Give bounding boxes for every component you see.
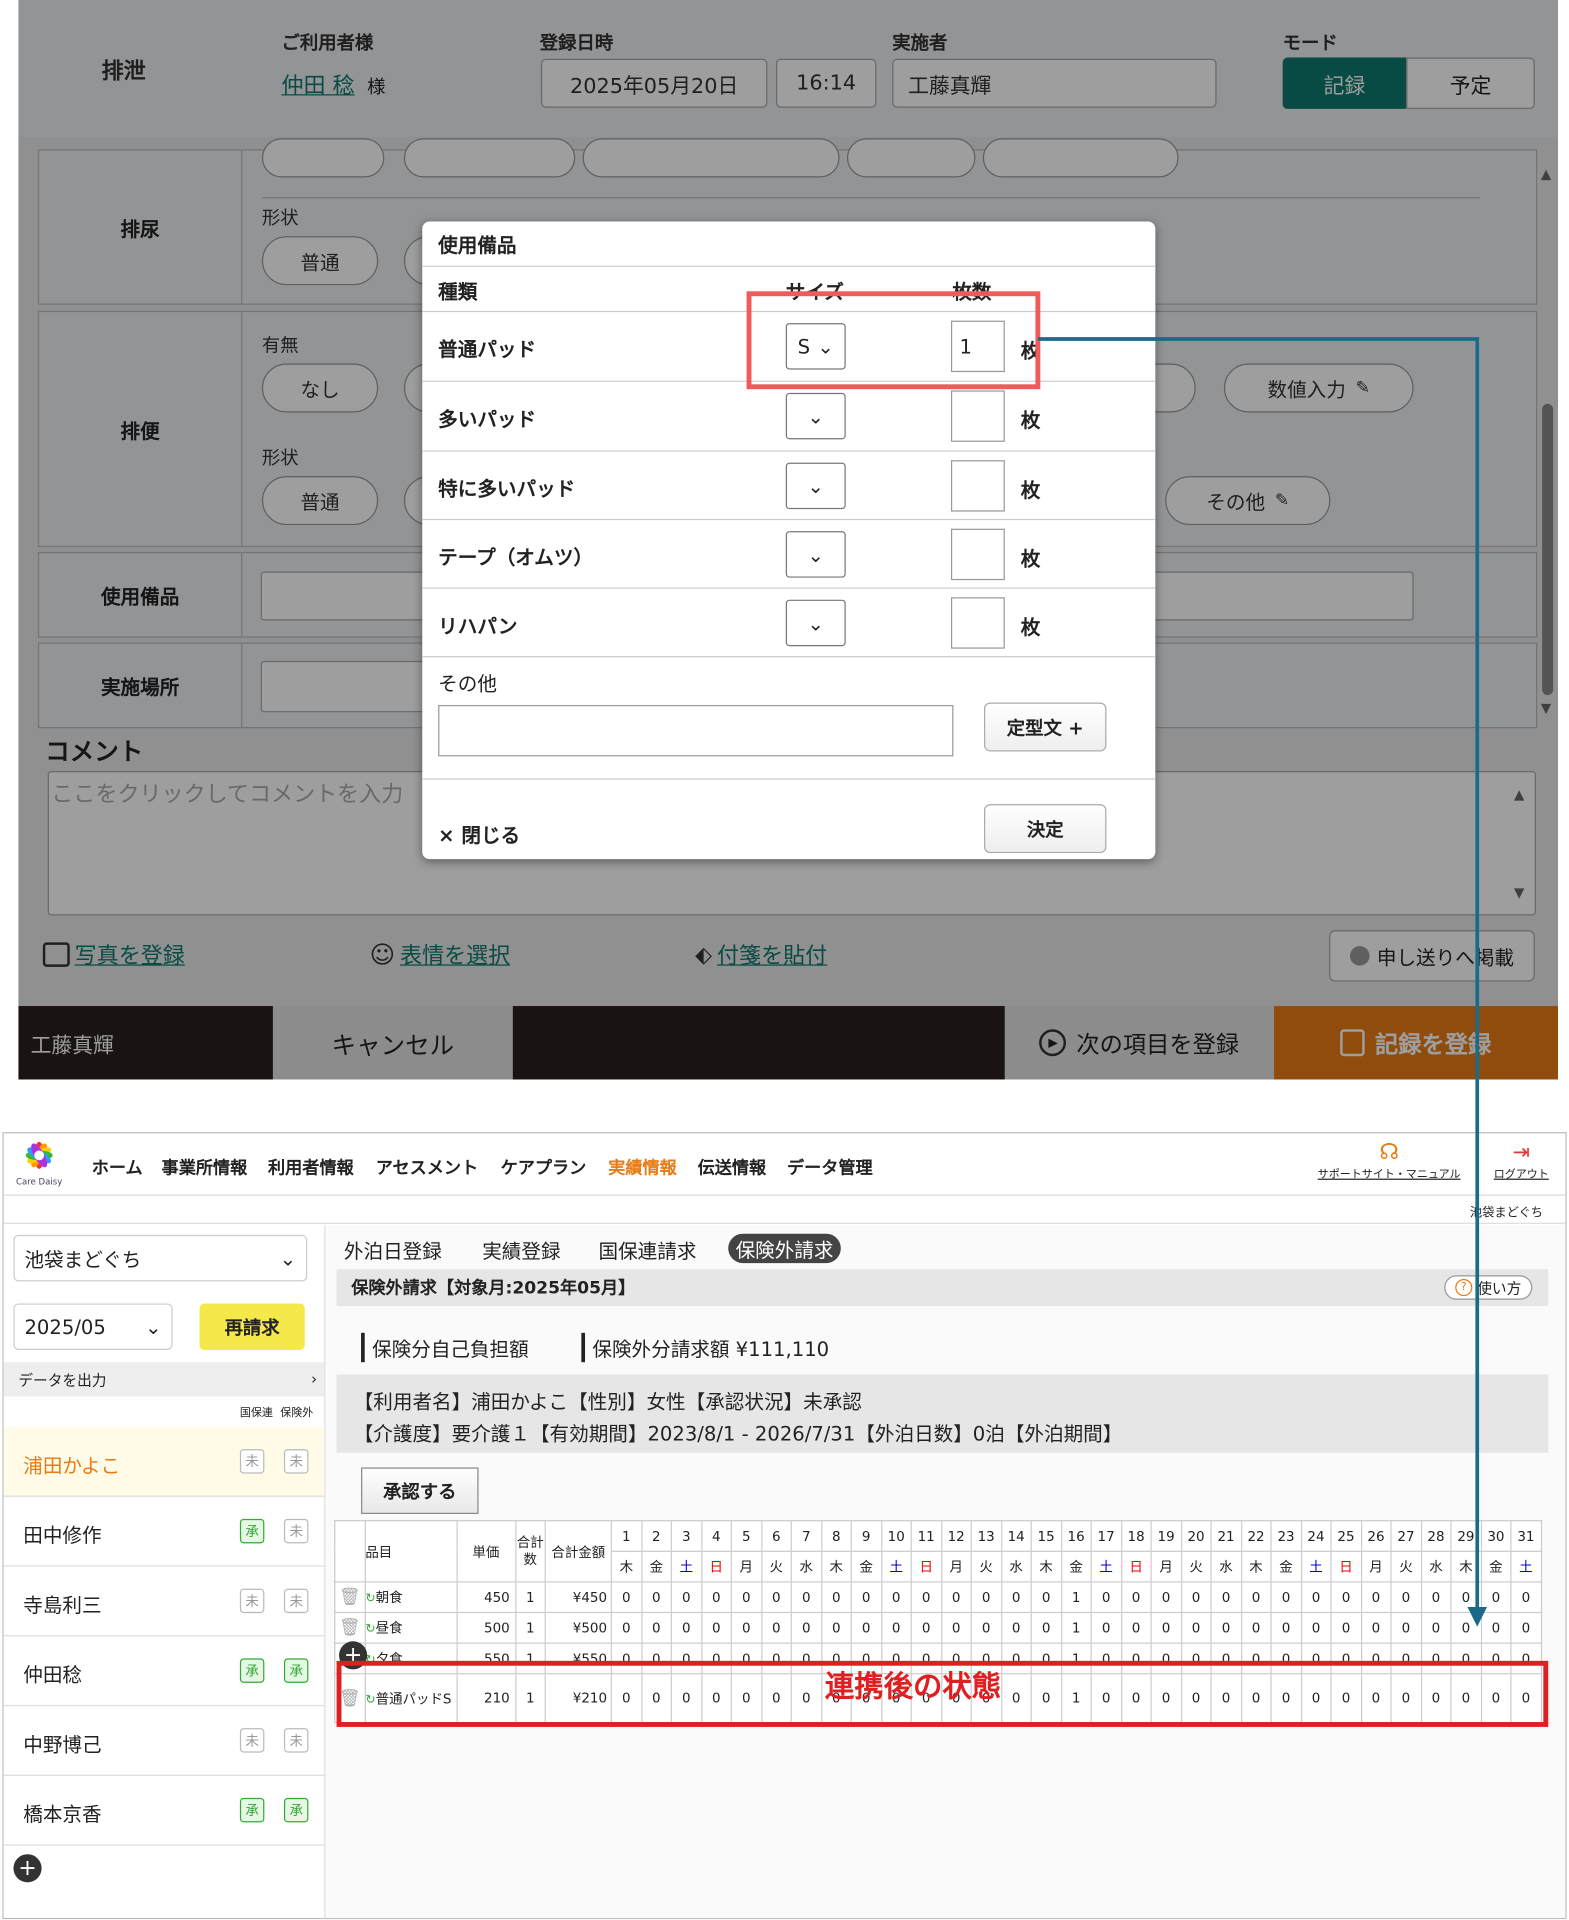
link-arrow <box>1037 337 1488 1627</box>
